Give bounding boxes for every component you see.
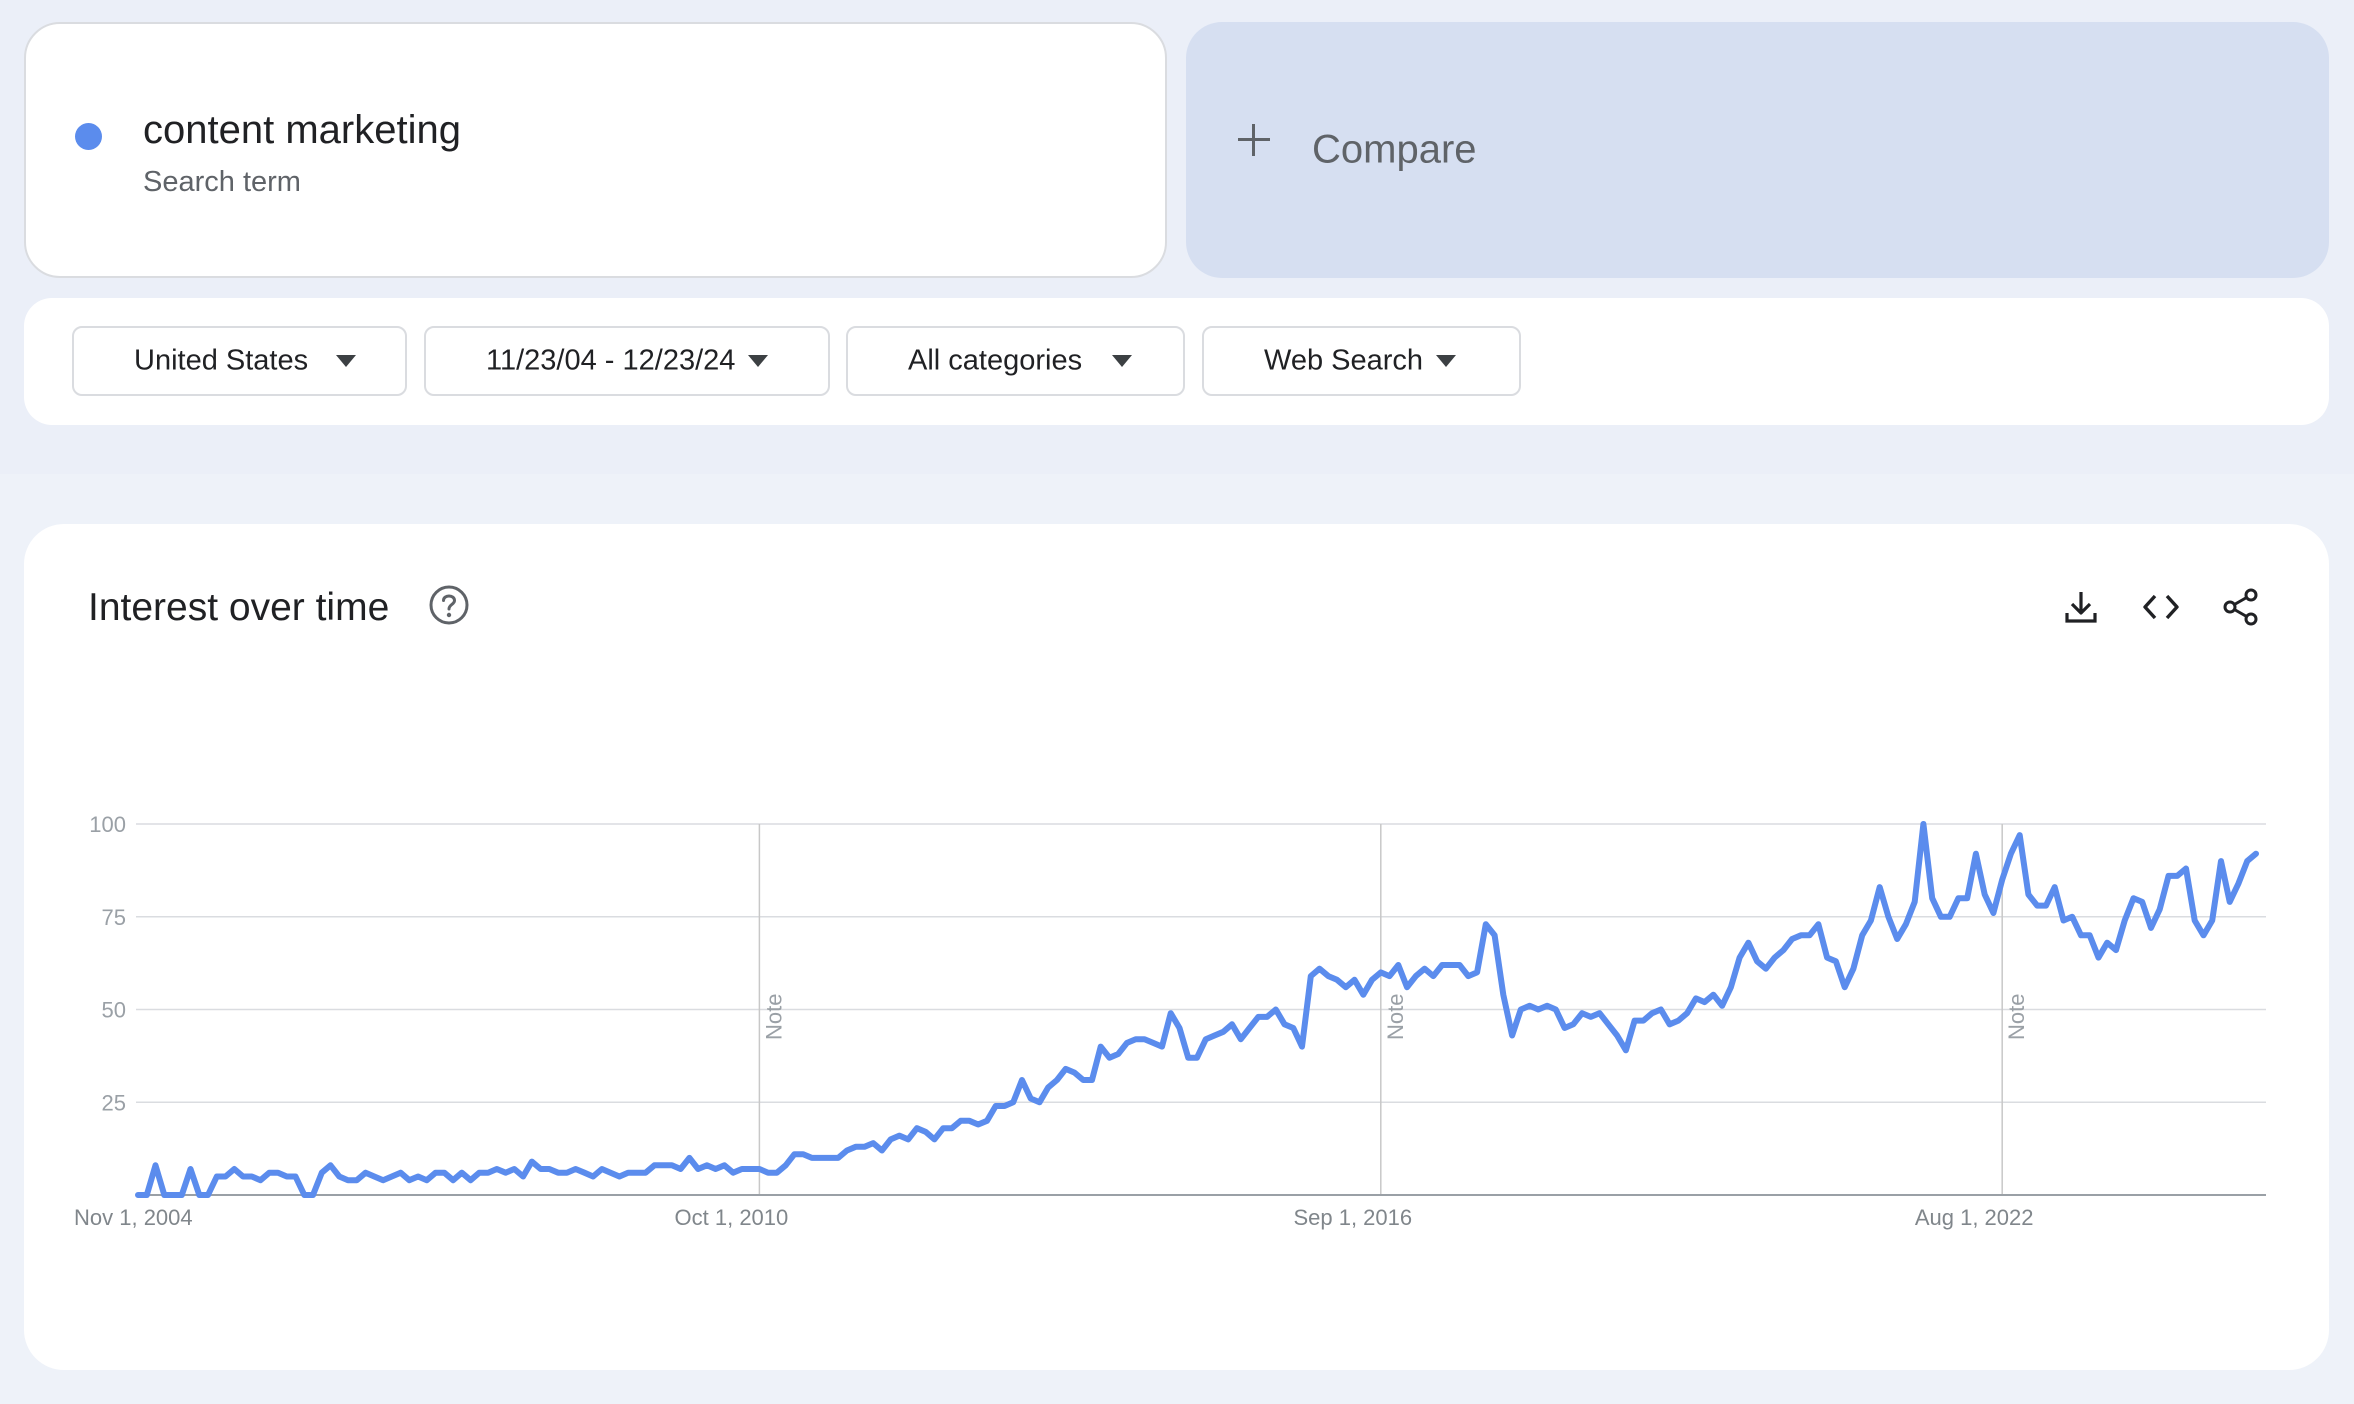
y-tick-label: 25 (102, 1090, 126, 1115)
search-property-dropdown[interactable]: Web Search (1202, 326, 1521, 396)
date-range-label: 11/23/04 - 12/23/24 (486, 344, 736, 377)
x-tick-label: Nov 1, 2004 (74, 1205, 193, 1230)
y-tick-label: 75 (102, 905, 126, 930)
plus-icon (1238, 124, 1270, 156)
search-term-subtitle: Search term (143, 166, 301, 198)
region-dropdown[interactable]: United States (72, 326, 407, 396)
compare-label: Compare (1312, 127, 1477, 172)
caret-down-icon (748, 355, 768, 367)
note-label: Note (1383, 994, 1408, 1040)
interest-line-chart: 25 50 75 100 Note Note Note Nov 1, 2004 Oct 1, 2… (74, 812, 2266, 1230)
term-color-dot (75, 123, 102, 150)
caret-down-icon (1436, 355, 1456, 367)
date-range-dropdown[interactable]: 11/23/04 - 12/23/24 (424, 326, 830, 396)
y-tick-label: 50 (102, 998, 126, 1023)
x-tick-label: Oct 1, 2010 (675, 1205, 789, 1230)
search-term-name[interactable]: content marketing (143, 108, 461, 153)
search-property-label: Web Search (1264, 344, 1424, 377)
caret-down-icon (336, 355, 356, 367)
region-label: United States (134, 344, 309, 377)
note-label: Note (761, 994, 786, 1040)
category-dropdown[interactable]: All categories (846, 326, 1185, 396)
x-tick-label: Sep 1, 2016 (1293, 1205, 1412, 1230)
search-term-card[interactable]: content marketing Search term (24, 22, 1167, 278)
compare-card[interactable]: Compare (1186, 22, 2329, 278)
category-label: All categories (908, 344, 1083, 377)
filters-bar: United States 11/23/04 - 12/23/24 All ca… (24, 298, 2329, 425)
y-tick-label: 100 (89, 812, 126, 837)
x-tick-label: Aug 1, 2022 (1915, 1205, 2034, 1230)
caret-down-icon (1112, 355, 1132, 367)
interest-over-time-panel: Interest over time 25 50 75 100 Note Note Note… (24, 524, 2329, 1370)
note-label: Note (2004, 994, 2029, 1040)
